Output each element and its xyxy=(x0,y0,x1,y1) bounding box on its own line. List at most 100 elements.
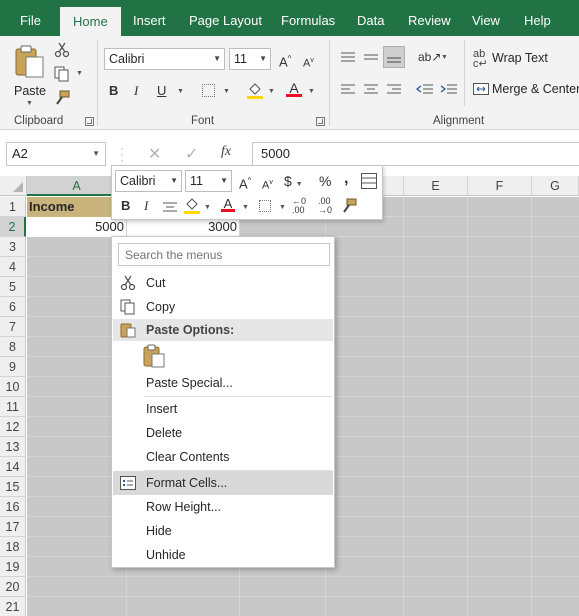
menu-item-clear-contents[interactable]: Clear Contents xyxy=(113,445,333,469)
paste-dropdown-icon[interactable]: ▼ xyxy=(26,100,33,107)
menu-item-insert[interactable]: Insert xyxy=(113,397,333,421)
mini-decrease-font-icon[interactable]: Av xyxy=(262,174,273,195)
tab-home[interactable]: Home xyxy=(60,7,121,36)
mini-font-name-combo[interactable]: Calibri ▼ xyxy=(115,170,182,192)
mini-percent-icon[interactable]: % xyxy=(319,172,331,190)
font-color-dropdown-icon[interactable]: ▼ xyxy=(308,88,315,95)
font-size-combo[interactable]: 11 ▼ xyxy=(229,48,271,70)
menu-item-cut[interactable]: Cut xyxy=(113,271,333,295)
row-header-9[interactable]: 9 xyxy=(0,357,26,377)
paste-option-button[interactable] xyxy=(141,343,167,369)
formula-input[interactable]: 5000 xyxy=(252,142,579,166)
orientation-icon[interactable]: ab↗ xyxy=(418,48,441,66)
column-header-g[interactable]: G xyxy=(532,176,579,196)
row-header-5[interactable]: 5 xyxy=(0,277,26,297)
row-header-4[interactable]: 4 xyxy=(0,257,26,277)
tab-data[interactable]: Data xyxy=(347,8,394,36)
borders-icon[interactable] xyxy=(202,84,215,97)
row-header-2[interactable]: 2 xyxy=(0,217,26,237)
row-header-6[interactable]: 6 xyxy=(0,297,26,317)
cell-b2[interactable]: 3000 xyxy=(127,217,239,237)
mini-increase-decimal-icon[interactable]: ←0.00 xyxy=(292,197,306,215)
paste-button[interactable]: Paste ▼ xyxy=(10,42,50,108)
menu-item-copy[interactable]: Copy xyxy=(113,295,333,319)
copy-dropdown-icon[interactable]: ▼ xyxy=(76,70,83,77)
mini-align-center-icon[interactable] xyxy=(163,201,177,213)
column-header-f[interactable]: F xyxy=(468,176,532,196)
underline-icon[interactable]: U xyxy=(157,82,166,100)
copy-icon[interactable] xyxy=(54,66,70,82)
menu-item-hide[interactable]: Hide xyxy=(113,519,333,543)
decrease-font-icon[interactable]: Av xyxy=(303,52,314,73)
fill-color-icon[interactable] xyxy=(246,81,264,99)
mini-borders-dropdown-icon[interactable]: ▼ xyxy=(279,204,286,211)
align-center-icon[interactable] xyxy=(363,83,379,97)
select-all-corner[interactable] xyxy=(0,176,27,196)
tab-page-layout[interactable]: Page Layout xyxy=(179,8,272,36)
tab-review[interactable]: Review xyxy=(398,8,461,36)
font-name-combo[interactable]: Calibri ▼ xyxy=(104,48,225,70)
row-header-3[interactable]: 3 xyxy=(0,237,26,257)
align-top-icon[interactable] xyxy=(340,51,356,65)
mini-format-painter-icon[interactable] xyxy=(341,198,357,214)
format-painter-icon[interactable] xyxy=(54,90,70,106)
align-left-icon[interactable] xyxy=(340,83,356,97)
mini-borders-icon[interactable] xyxy=(259,200,271,212)
enter-icon[interactable]: ✓ xyxy=(185,144,198,164)
borders-dropdown-icon[interactable]: ▼ xyxy=(223,88,230,95)
clipboard-launcher-icon[interactable] xyxy=(85,117,94,126)
mini-comma-icon[interactable]: , xyxy=(344,170,348,188)
row-header-18[interactable]: 18 xyxy=(0,537,26,557)
tab-insert[interactable]: Insert xyxy=(123,8,176,36)
cut-icon[interactable] xyxy=(54,42,70,58)
row-header-10[interactable]: 10 xyxy=(0,377,26,397)
tab-formulas[interactable]: Formulas xyxy=(271,8,345,36)
mini-increase-font-icon[interactable]: A^ xyxy=(239,172,251,193)
column-header-e[interactable]: E xyxy=(404,176,468,196)
bold-icon[interactable]: B xyxy=(109,82,118,100)
name-box[interactable]: A2 ▼ xyxy=(6,142,106,166)
menu-item-delete[interactable]: Delete xyxy=(113,421,333,445)
italic-icon[interactable]: I xyxy=(134,82,138,100)
fill-color-dropdown-icon[interactable]: ▼ xyxy=(268,88,275,95)
tab-file[interactable]: File xyxy=(10,8,51,36)
row-header-19[interactable]: 19 xyxy=(0,557,26,577)
mini-decrease-decimal-icon[interactable]: .00 →0 xyxy=(318,197,332,215)
menu-item-unhide[interactable]: Unhide xyxy=(113,543,333,567)
tab-view[interactable]: View xyxy=(462,8,510,36)
row-header-7[interactable]: 7 xyxy=(0,317,26,337)
menu-search-input[interactable] xyxy=(118,243,330,266)
row-header-16[interactable]: 16 xyxy=(0,497,26,517)
row-header-1[interactable]: 1 xyxy=(0,197,26,217)
row-header-20[interactable]: 20 xyxy=(0,577,26,597)
align-right-icon[interactable] xyxy=(386,83,402,97)
row-header-21[interactable]: 21 xyxy=(0,597,26,616)
font-launcher-icon[interactable] xyxy=(316,117,325,126)
menu-item-format-cells[interactable]: Format Cells... xyxy=(113,471,333,495)
row-header-8[interactable]: 8 xyxy=(0,337,26,357)
tab-help[interactable]: Help xyxy=(514,8,561,36)
mini-font-size-combo[interactable]: 11 ▼ xyxy=(185,170,232,192)
row-header-15[interactable]: 15 xyxy=(0,477,26,497)
mini-currency-icon[interactable]: $ ▼ xyxy=(284,172,303,194)
increase-font-icon[interactable]: A^ xyxy=(279,50,291,71)
mini-font-color-icon[interactable]: A xyxy=(221,196,235,216)
row-header-17[interactable]: 17 xyxy=(0,517,26,537)
increase-indent-icon[interactable] xyxy=(440,83,458,97)
row-header-14[interactable]: 14 xyxy=(0,457,26,477)
decrease-indent-icon[interactable] xyxy=(416,83,434,97)
mini-font-color-dropdown-icon[interactable]: ▼ xyxy=(242,204,249,211)
align-middle-icon[interactable] xyxy=(363,51,379,65)
row-header-11[interactable]: 11 xyxy=(0,397,26,417)
merge-center-button[interactable]: Merge & Center xyxy=(473,80,579,100)
cancel-icon[interactable]: ✕ xyxy=(148,144,161,164)
insert-function-button[interactable]: fx xyxy=(221,144,231,160)
mini-italic-icon[interactable]: I xyxy=(144,197,148,215)
cell-a2[interactable]: 5000 xyxy=(27,217,126,237)
align-bottom-button[interactable] xyxy=(383,46,405,68)
menu-item-row-height[interactable]: Row Height... xyxy=(113,495,333,519)
mini-fill-color-icon[interactable] xyxy=(184,197,200,215)
menu-item-paste-special[interactable]: Paste Special... xyxy=(113,371,333,395)
mini-format-table-icon[interactable] xyxy=(361,173,377,189)
mini-bold-icon[interactable]: B xyxy=(121,197,130,215)
